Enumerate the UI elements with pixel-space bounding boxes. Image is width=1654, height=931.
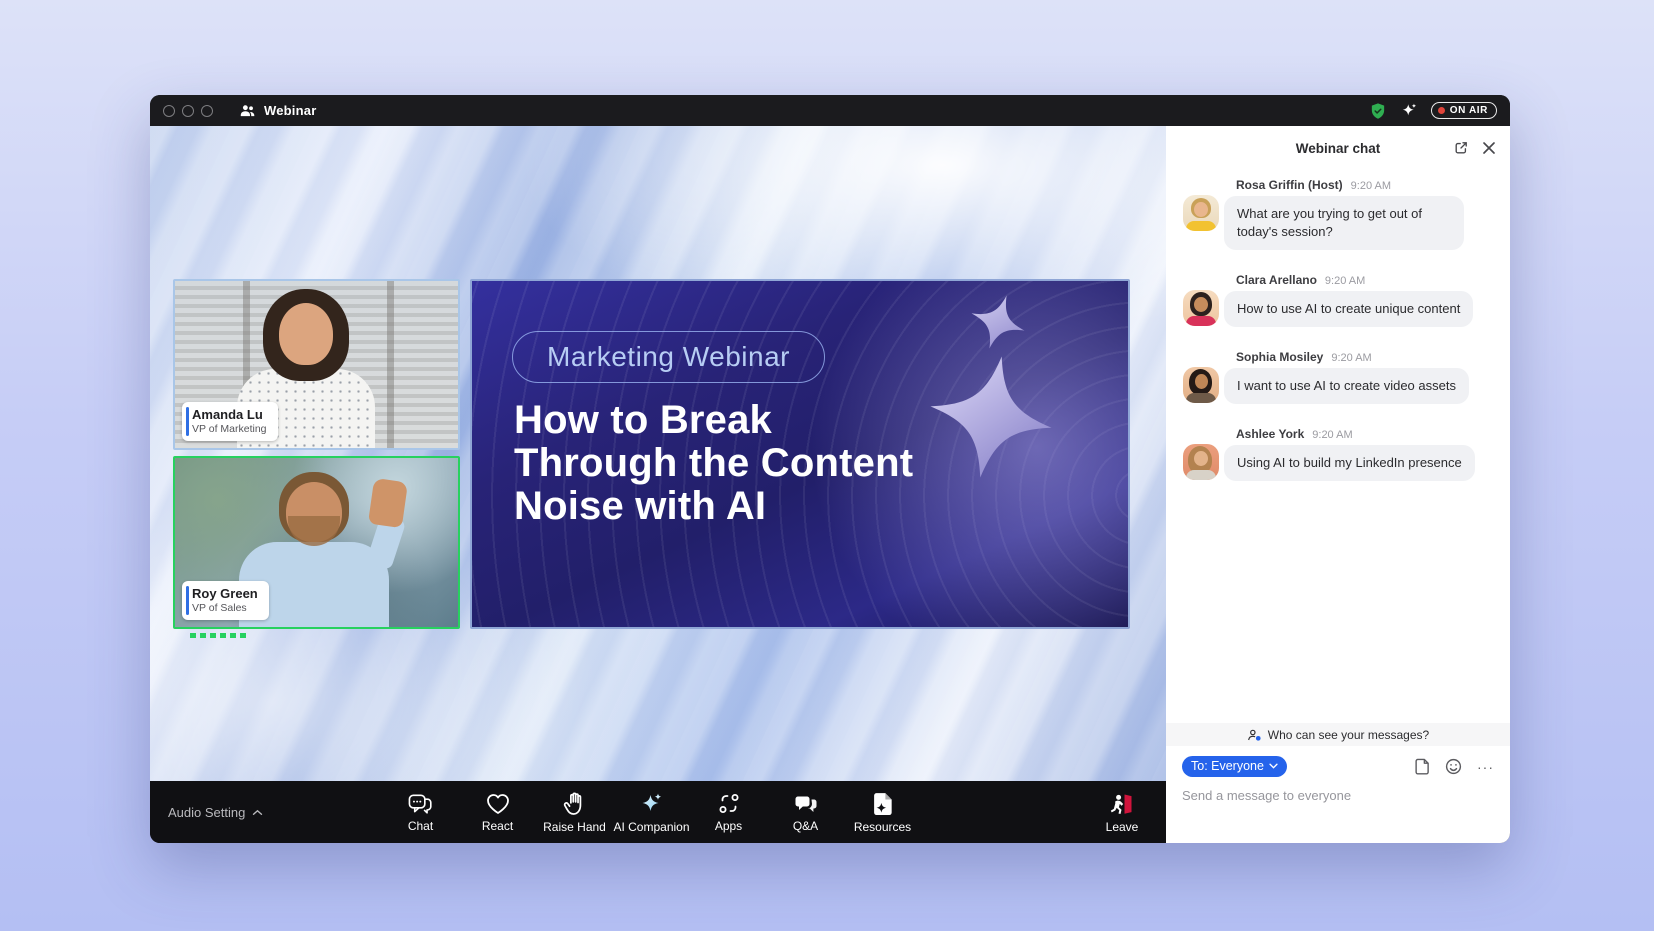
slide-star-small xyxy=(969,293,1027,351)
window-minimize-button[interactable] xyxy=(182,105,194,117)
shared-slide: Marketing Webinar How to Break Through t… xyxy=(470,279,1130,629)
security-shield-icon[interactable] xyxy=(1369,102,1387,120)
ai-companion-titlebar-icon[interactable] xyxy=(1400,102,1418,120)
ai-companion-button[interactable]: AI Companion xyxy=(613,781,690,843)
message-bubble: I want to use AI to create video assets xyxy=(1224,368,1469,404)
slide-star-large xyxy=(927,353,1055,481)
window-close-button[interactable] xyxy=(163,105,175,117)
ai-sparkle-icon xyxy=(638,791,665,817)
message-author: Clara Arellano xyxy=(1236,273,1317,287)
more-options-icon[interactable]: ··· xyxy=(1477,762,1494,772)
chat-message-list[interactable]: Rosa Griffin (Host) 9:20 AM What are you… xyxy=(1166,170,1510,723)
attach-file-icon[interactable] xyxy=(1415,758,1430,775)
window-zoom-button[interactable] xyxy=(201,105,213,117)
chat-title: Webinar chat xyxy=(1296,141,1381,156)
message-time: 9:20 AM xyxy=(1331,352,1371,364)
meeting-toolbar: Audio Setting xyxy=(150,781,1166,843)
message-author: Rosa Griffin (Host) xyxy=(1236,178,1343,192)
message-bubble: What are you trying to get out of today'… xyxy=(1224,196,1464,250)
avatar-ashlee-york xyxy=(1183,444,1219,480)
webinar-chat-panel: Webinar chat xyxy=(1166,126,1510,843)
message-input[interactable] xyxy=(1182,777,1494,843)
message-time: 9:20 AM xyxy=(1351,180,1391,192)
chat-composer: To: Everyone xyxy=(1166,746,1510,843)
message-bubble: How to use AI to create unique content xyxy=(1224,291,1473,327)
chat-button[interactable]: Chat xyxy=(382,781,459,843)
window-controls xyxy=(163,105,213,117)
raised-hand-icon xyxy=(563,791,587,817)
message-author: Ashlee York xyxy=(1236,427,1304,441)
slide-badge: Marketing Webinar xyxy=(512,331,825,383)
video-tile-roy-green[interactable]: Roy Green VP of Sales xyxy=(173,456,460,629)
video-stage: Amanda Lu VP of Marketing xyxy=(150,126,1166,781)
audio-setting-button[interactable]: Audio Setting xyxy=(168,781,263,843)
document-sparkle-icon xyxy=(871,791,895,817)
participants-icon xyxy=(239,103,256,118)
window-title: Webinar xyxy=(264,103,316,118)
message-bubble: Using AI to build my LinkedIn presence xyxy=(1224,445,1475,481)
chevron-down-icon xyxy=(1269,763,1278,769)
on-air-badge: ON AIR xyxy=(1431,102,1497,119)
raise-hand-button[interactable]: Raise Hand xyxy=(536,781,613,843)
message-time: 9:20 AM xyxy=(1312,429,1352,441)
name-tag-amanda: Amanda Lu VP of Marketing xyxy=(182,402,278,441)
emoji-icon[interactable] xyxy=(1445,758,1462,775)
message-time: 9:20 AM xyxy=(1325,275,1365,287)
chat-message: Ashlee York 9:20 AM Using AI to build my… xyxy=(1183,427,1494,481)
close-icon[interactable] xyxy=(1482,141,1496,155)
message-author: Sophia Mosiley xyxy=(1236,350,1323,364)
pop-out-icon[interactable] xyxy=(1453,140,1469,156)
name-tag-roy: Roy Green VP of Sales xyxy=(182,581,269,620)
on-air-dot-icon xyxy=(1438,107,1445,114)
slide-headline: How to Break Through the Content Noise w… xyxy=(514,399,913,529)
chat-header: Webinar chat xyxy=(1166,126,1510,170)
chevron-up-icon xyxy=(252,809,263,816)
apps-button[interactable]: Apps xyxy=(690,781,767,843)
leave-button[interactable]: Leave xyxy=(1090,781,1154,843)
react-button[interactable]: React xyxy=(459,781,536,843)
message-visibility-link[interactable]: Who can see your messages? xyxy=(1166,723,1510,746)
video-tile-amanda-lu[interactable]: Amanda Lu VP of Marketing xyxy=(173,279,460,450)
leave-door-icon xyxy=(1109,791,1135,817)
recipient-selector[interactable]: To: Everyone xyxy=(1182,756,1287,777)
chat-bubble-icon xyxy=(407,791,434,816)
apps-icon xyxy=(716,791,742,816)
avatar-rosa-griffin xyxy=(1183,195,1219,231)
resources-button[interactable]: Resources xyxy=(844,781,921,843)
qa-bubbles-icon xyxy=(793,792,819,816)
chat-message: Rosa Griffin (Host) 9:20 AM What are you… xyxy=(1183,178,1494,250)
avatar-clara-arellano xyxy=(1183,290,1219,326)
chat-message: Sophia Mosiley 9:20 AM I want to use AI … xyxy=(1183,350,1494,404)
heart-icon xyxy=(485,792,511,816)
person-privacy-icon xyxy=(1247,728,1262,742)
chat-message: Clara Arellano 9:20 AM How to use AI to … xyxy=(1183,273,1494,327)
active-audio-indicator xyxy=(190,633,246,638)
titlebar: Webinar ON AIR xyxy=(150,95,1510,126)
avatar-sophia-mosiley xyxy=(1183,367,1219,403)
qa-button[interactable]: Q&A xyxy=(767,781,844,843)
webinar-window: Webinar ON AIR xyxy=(150,95,1510,843)
